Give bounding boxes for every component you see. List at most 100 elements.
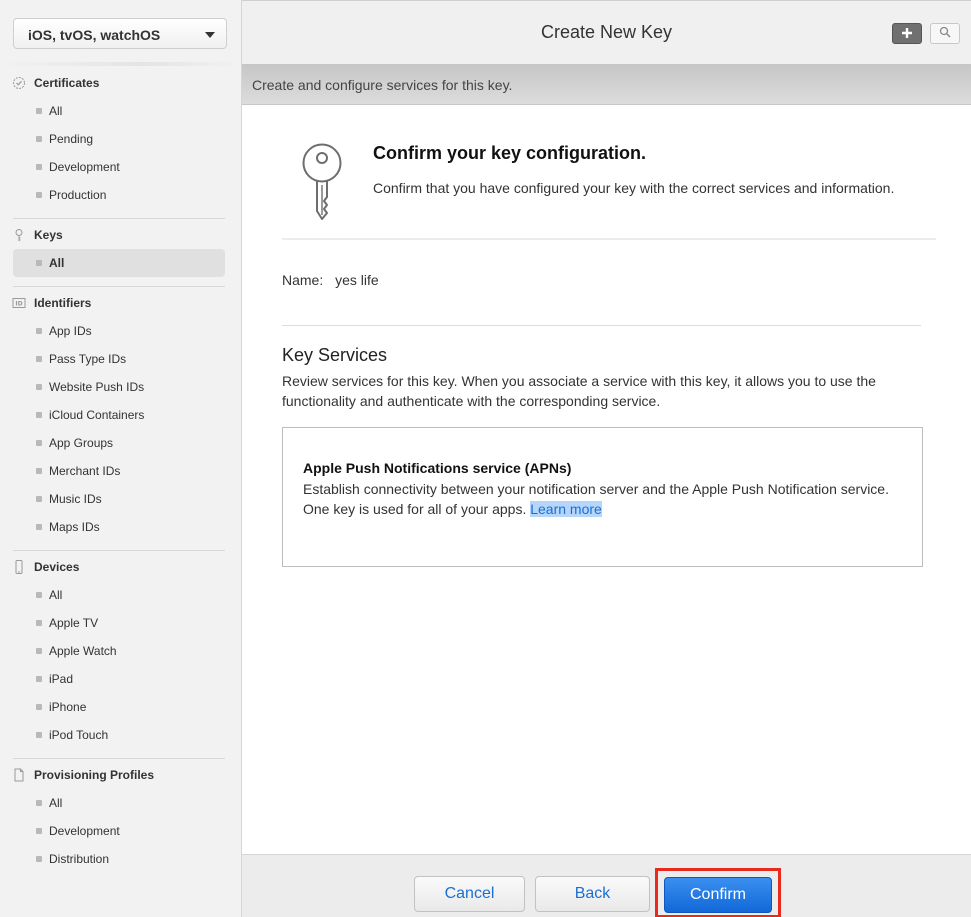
sidebar-item-label: Apple Watch [49,644,117,658]
confirm-button[interactable]: Confirm [664,877,772,913]
sidebar-item-label: iPhone [49,700,87,714]
sidebar-item-certificates-development[interactable]: Development [13,153,225,181]
service-card-apns: Apple Push Notifications service (APNs) … [282,427,923,567]
search-button[interactable] [930,23,960,44]
sidebar-item-keys-all[interactable]: All [13,249,225,277]
sidebar-item-label: Pass Type IDs [49,352,127,366]
sidebar-item-label: iPod Touch [49,728,109,742]
bullet-icon [36,524,42,530]
cancel-button[interactable]: Cancel [414,876,525,912]
bullet-icon [36,136,42,142]
confirm-description: Confirm that you have configured your ke… [373,180,895,196]
sidebar-item-label: App Groups [49,436,114,450]
sidebar-item-iphone[interactable]: iPhone [13,693,225,721]
service-description-block: Establish connectivity between your noti… [303,479,903,519]
section-divider [282,238,936,240]
sidebar-divider [13,758,225,759]
bullet-icon [36,108,42,114]
section-divider [282,325,921,326]
bullet-icon [36,732,42,738]
key-name-row: Name: yes life [282,272,379,288]
svg-text:ID: ID [15,301,22,308]
sidebar-item-label: Production [49,188,107,202]
add-button[interactable] [892,23,922,44]
sidebar-item-maps-ids[interactable]: Maps IDs [13,513,225,541]
sidebar-item-label: All [49,588,63,602]
bullet-icon [36,260,42,266]
section-label: Identifiers [34,296,92,310]
bullet-icon [36,648,42,654]
sidebar-item-certificates-all[interactable]: All [13,97,225,125]
sidebar-divider [13,286,225,287]
bullet-icon [36,496,42,502]
sidebar-item-apple-watch[interactable]: Apple Watch [13,637,225,665]
content-area: Confirm your key configuration. Confirm … [242,105,971,854]
sidebar-divider [13,550,225,551]
sidebar-item-label: Development [49,824,120,838]
sidebar-item-label: All [49,256,65,270]
sidebar-item-pass-type-ids[interactable]: Pass Type IDs [13,345,225,373]
sidebar-item-icloud-containers[interactable]: iCloud Containers [13,401,225,429]
sidebar-item-profiles-distribution[interactable]: Distribution [13,845,225,873]
chevron-down-icon [205,32,215,38]
sidebar-item-ipod-touch[interactable]: iPod Touch [13,721,225,749]
key-name-label: Name: [282,272,324,288]
sidebar: iOS, tvOS, watchOS Certificates All Pend… [0,0,242,917]
bullet-icon [36,468,42,474]
service-name: Apple Push Notifications service (APNs) [303,460,572,476]
platform-dropdown[interactable]: iOS, tvOS, watchOS [13,18,227,49]
bullet-icon [36,164,42,170]
sidebar-section-keys[interactable]: Keys [12,225,63,245]
sidebar-item-ipad[interactable]: iPad [13,665,225,693]
sidebar-item-label: All [49,796,63,810]
bullet-icon [36,800,42,806]
sidebar-section-identifiers[interactable]: ID Identifiers [12,293,91,313]
bullet-icon [36,192,42,198]
sidebar-shadow [0,62,241,66]
bullet-icon [36,356,42,362]
sidebar-item-website-push-ids[interactable]: Website Push IDs [13,373,225,401]
bullet-icon [36,440,42,446]
key-services-description: Review services for this key. When you a… [282,373,876,409]
sidebar-item-app-ids[interactable]: App IDs [13,317,225,345]
sidebar-divider [13,218,225,219]
key-icon [298,143,346,226]
back-button[interactable]: Back [535,876,650,912]
key-name-value: yes life [335,272,379,288]
main-panel: Create New Key Create and configure serv… [242,0,971,917]
confirm-title: Confirm your key configuration. [373,143,647,163]
sidebar-item-apple-tv[interactable]: Apple TV [13,609,225,637]
page-subtitle: Create and configure services for this k… [252,77,513,93]
sidebar-item-devices-all[interactable]: All [13,581,225,609]
section-label: Keys [34,228,63,242]
section-label: Provisioning Profiles [34,768,155,782]
document-icon [12,768,26,782]
section-label: Devices [34,560,80,574]
bullet-icon [36,676,42,682]
key-icon [12,228,26,242]
sidebar-item-label: Music IDs [49,492,102,506]
bullet-icon [36,328,42,334]
sidebar-item-certificates-production[interactable]: Production [13,181,225,209]
bullet-icon [36,856,42,862]
top-bar: Create New Key [242,0,971,64]
sidebar-item-label: Pending [49,132,94,146]
sidebar-item-profiles-development[interactable]: Development [13,817,225,845]
bullet-icon [36,704,42,710]
sidebar-item-label: Maps IDs [49,520,100,534]
sidebar-item-music-ids[interactable]: Music IDs [13,485,225,513]
sidebar-item-app-groups[interactable]: App Groups [13,429,225,457]
sidebar-item-merchant-ids[interactable]: Merchant IDs [13,457,225,485]
sidebar-item-certificates-pending[interactable]: Pending [13,125,225,153]
learn-more-link[interactable]: Learn more [530,501,602,517]
sidebar-item-profiles-all[interactable]: All [13,789,225,817]
sidebar-item-label: Website Push IDs [49,380,145,394]
bullet-icon [36,384,42,390]
sidebar-item-label: iPad [49,672,74,686]
sidebar-item-label: All [49,104,63,118]
sidebar-section-devices[interactable]: Devices [12,557,79,577]
sidebar-item-label: Merchant IDs [49,464,121,478]
sidebar-item-label: Apple TV [49,616,99,630]
sidebar-section-provisioning-profiles[interactable]: Provisioning Profiles [12,765,154,785]
sidebar-section-certificates[interactable]: Certificates [12,73,99,93]
